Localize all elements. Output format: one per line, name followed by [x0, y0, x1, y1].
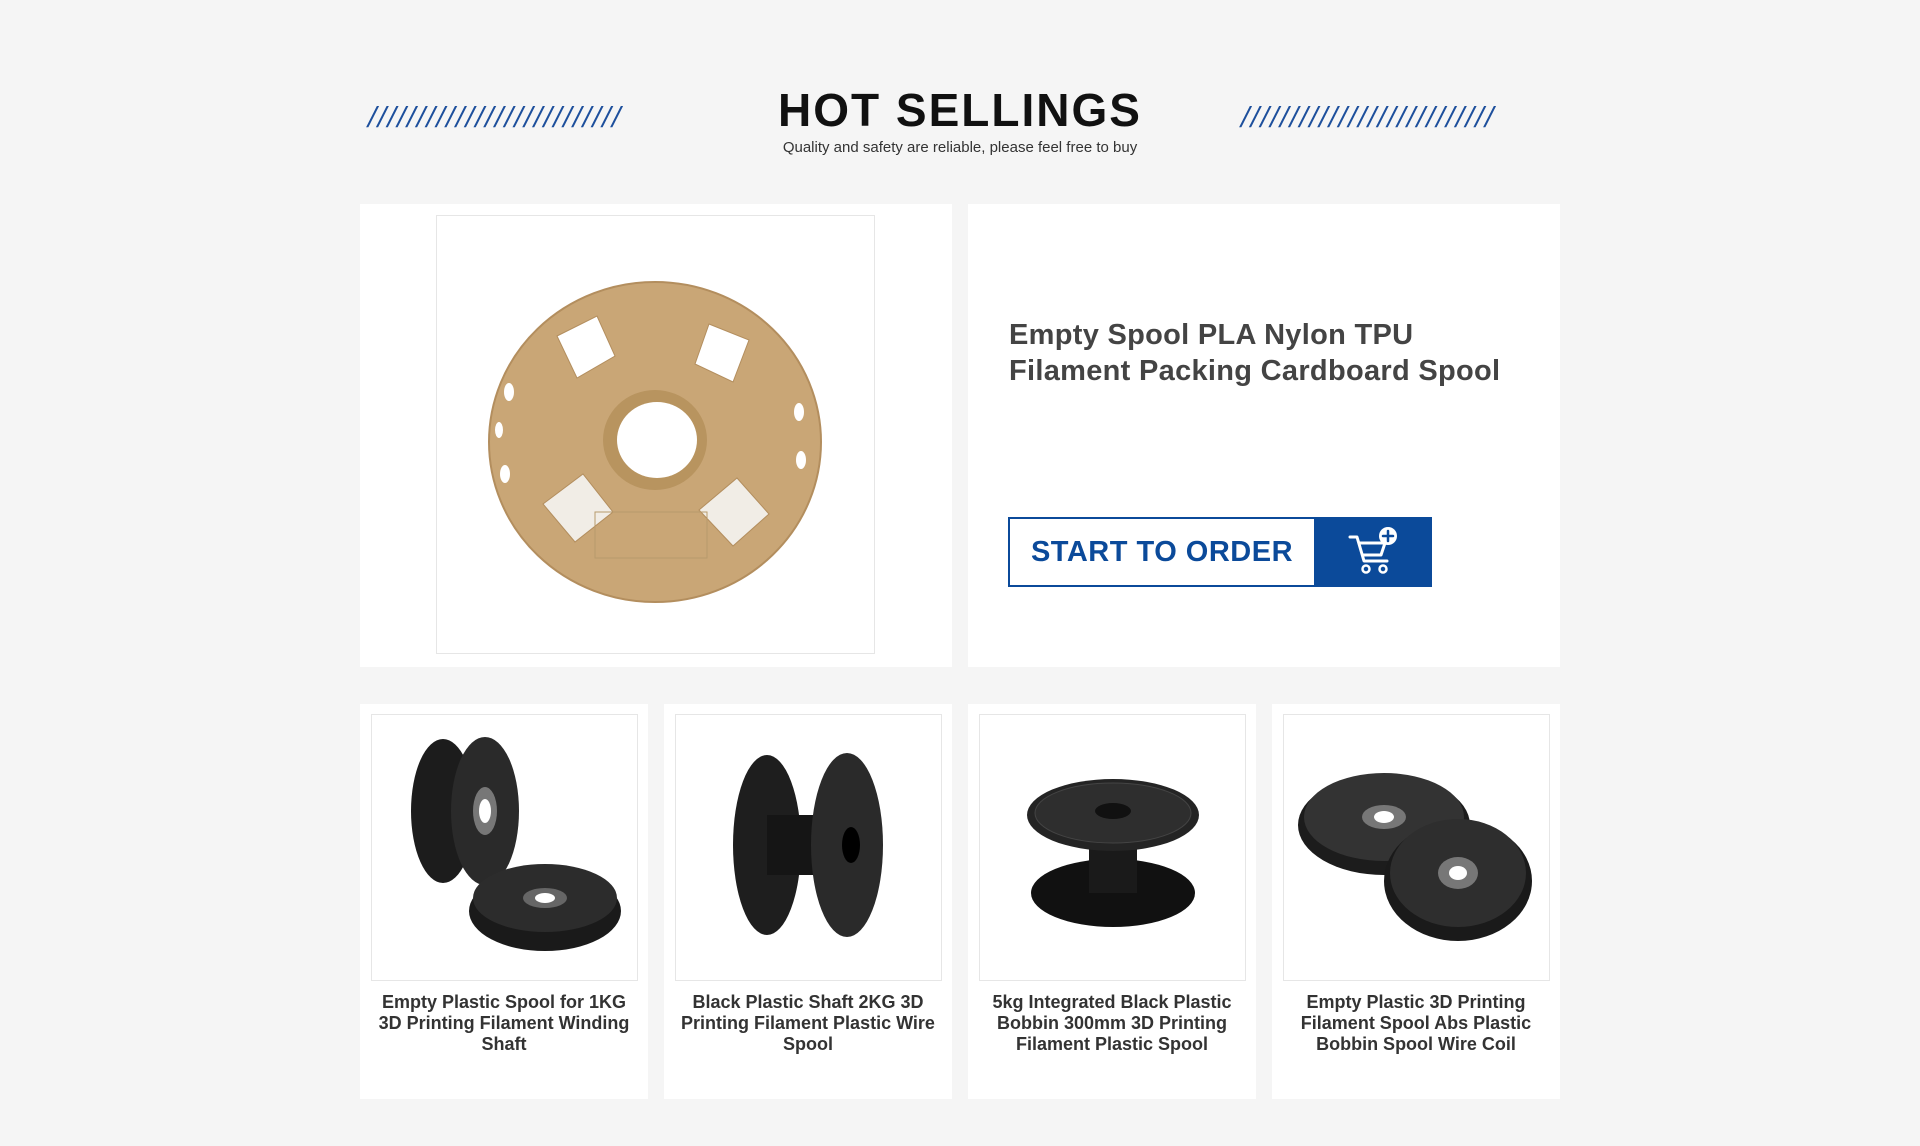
product-card[interactable]: Empty Plastic Spool for 1KG 3D Printing …	[360, 704, 648, 1099]
featured-product-image[interactable]	[436, 215, 875, 654]
product-name[interactable]: Empty Plastic 3D Printing Filament Spool…	[1282, 992, 1550, 1055]
cardboard-spool-image	[488, 281, 822, 603]
section-title: HOT SELLINGS	[778, 84, 1142, 136]
black-shaft-spool-image	[732, 752, 883, 937]
featured-product-title[interactable]: Empty Spool PLA Nylon TPU Filament Packi…	[1009, 317, 1539, 389]
product-image[interactable]	[1283, 714, 1550, 981]
featured-info-card: Empty Spool PLA Nylon TPU Filament Packi…	[968, 204, 1560, 667]
start-to-order-label[interactable]: START TO ORDER	[1008, 517, 1314, 587]
section-subtitle: Quality and safety are reliable, please …	[782, 139, 1138, 156]
decorative-slashes-right: //////////////////////////	[1241, 102, 1495, 132]
featured-image-card[interactable]	[360, 204, 952, 667]
product-image[interactable]	[371, 714, 638, 981]
product-name[interactable]: Empty Plastic Spool for 1KG 3D Printing …	[370, 992, 638, 1055]
product-card[interactable]: 5kg Integrated Black Plastic Bobbin 300m…	[968, 704, 1256, 1099]
start-to-order-button[interactable]: START TO ORDER	[1008, 517, 1432, 587]
product-image[interactable]	[979, 714, 1246, 981]
product-card[interactable]: Black Plastic Shaft 2KG 3D Printing Fila…	[664, 704, 952, 1099]
black-bobbin-image	[1026, 778, 1199, 927]
black-spool-pair-image	[410, 736, 621, 951]
product-image[interactable]	[675, 714, 942, 981]
cart-plus-icon[interactable]	[1314, 517, 1432, 587]
product-name[interactable]: 5kg Integrated Black Plastic Bobbin 300m…	[978, 992, 1246, 1055]
section-header: ////////////////////////// HOT SELLINGS …	[0, 0, 1920, 170]
product-name[interactable]: Black Plastic Shaft 2KG 3D Printing Fila…	[674, 992, 942, 1055]
product-card[interactable]: Empty Plastic 3D Printing Filament Spool…	[1272, 704, 1560, 1099]
black-abs-spools-image	[1297, 772, 1532, 941]
